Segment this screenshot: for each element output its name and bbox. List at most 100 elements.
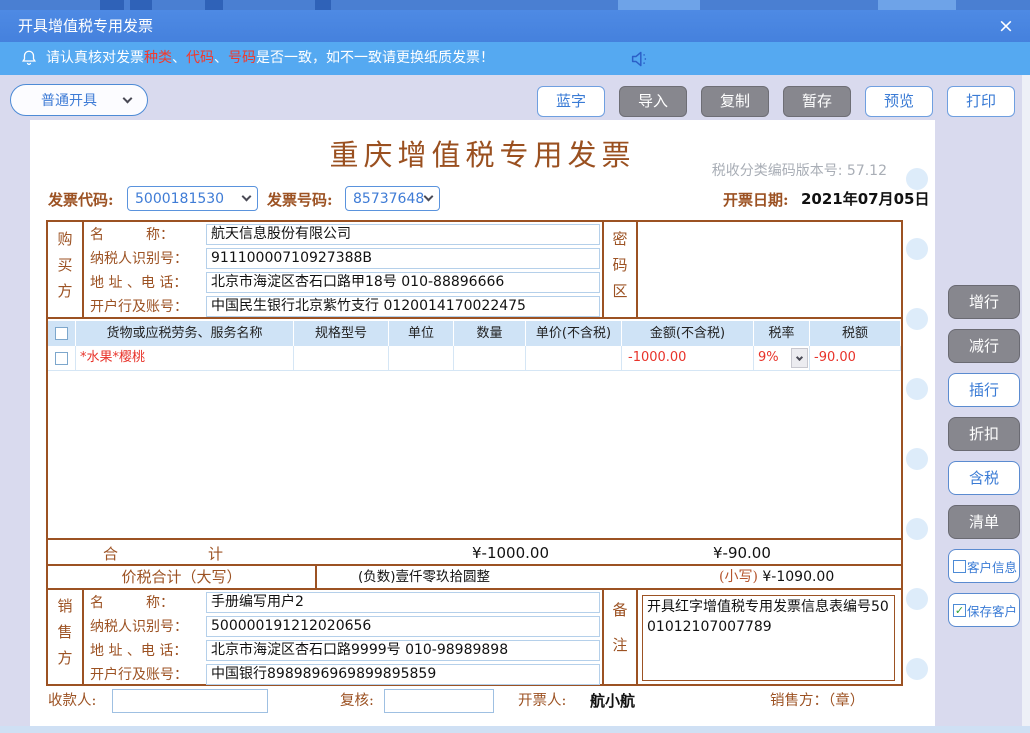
invoice-number-value: 85737648 [353,191,424,207]
notice-bar: 请认真核对发票种类、代码、号码是否一致，如不一致请更换纸质发票！ [0,42,1030,75]
item-qty-cell[interactable] [454,346,526,370]
row-checkbox[interactable] [55,352,68,365]
add-row-button[interactable]: 增行 [948,285,1020,319]
item-price-cell[interactable] [526,346,622,370]
decor-dot [906,658,928,680]
table-row: *水果*樱桃 -1000.00 9% -90.00 [48,346,901,371]
seller-address-row: 地 址 、电 话： 北京市海淀区杏石口路9999号 010-98989898 [84,639,602,663]
close-icon[interactable]: × [994,14,1018,38]
totals-label: 合 计 [103,543,223,564]
totals-row: 合 计 ¥-1000.00 ¥-90.00 [48,538,901,564]
customer-info-label: 客户信息 [967,557,1017,576]
reviewer-input[interactable] [384,689,494,713]
customer-info-toggle[interactable]: 客户信息 [948,549,1020,583]
list-button[interactable]: 清单 [948,505,1020,539]
background-blob [130,0,152,10]
buyer-name-label: 名 称： [84,223,206,247]
chevron-down-icon [796,353,803,360]
header-tax: 税额 [810,321,901,346]
tax-code-version-value: 57.12 [847,163,887,179]
notice-sep-2: 、 [214,50,228,66]
sum-small-value: ¥-1090.00 [762,569,834,585]
seller-bank-label: 开户行及账号： [84,663,206,687]
buyer-bank-field[interactable]: 中国民生银行北京紫竹支行 0120014170022475 [206,296,600,317]
select-all-checkbox[interactable] [55,327,68,340]
seller-taxid-field[interactable]: 500000191212020656 [206,616,600,637]
decor-dot [906,588,928,610]
sum-row: 价税合计（大写） (负数)壹仟零玖拾圆整 (小写) ¥-1090.00 [48,564,901,588]
insert-row-button[interactable]: 插行 [948,373,1020,407]
invoice-code-value: 5000181530 [135,191,224,207]
payee-label: 收款人: [48,686,96,716]
buyer-name-row: 名 称： 航天信息股份有限公司 [84,223,602,247]
payee-input[interactable] [112,689,268,713]
header-amount: 金额(不含税) [622,321,754,346]
seller-taxid-label: 纳税人识别号： [84,615,206,639]
buyer-address-field[interactable]: 北京市海淀区杏石口路甲18号 010-88896666 [206,272,600,293]
remark-field[interactable]: 开具红字增值税专用发票信息表编号5001012107007789 [642,595,895,681]
reviewer-label: 复核: [340,686,374,716]
item-rate-value: 9% [758,350,779,365]
tax-included-button[interactable]: 含税 [948,461,1020,495]
import-button[interactable]: 导入 [619,86,687,117]
chevron-down-icon [123,93,133,103]
notice-text-1: 请认真核对发票 [46,50,144,66]
buyer-name-field[interactable]: 航天信息股份有限公司 [206,224,600,245]
save-customer-toggle[interactable]: ✓ 保存客户 [948,593,1020,627]
item-amount-cell[interactable]: -1000.00 [622,346,754,370]
preview-button[interactable]: 预览 [865,86,933,117]
totals-amount: ¥-1000.00 [472,544,549,562]
blue-invoice-button[interactable]: 蓝字 [537,86,605,117]
items-table: 货物或应税劳务、服务名称 规格型号 单位 数量 单价(不含税) 金额(不含税) … [48,321,901,538]
items-header-row: 货物或应税劳务、服务名称 规格型号 单位 数量 单价(不含税) 金额(不含税) … [48,321,901,346]
invoice-date-label: 开票日期: [723,189,789,210]
header-price: 单价(不含税) [526,321,622,346]
seller-name-label: 名 称： [84,591,206,615]
customer-info-checkbox[interactable] [953,560,966,573]
buyer-bank-label: 开户行及账号： [84,295,206,319]
buyer-taxid-field[interactable]: 91110000710927388B [206,248,600,269]
totals-tax: ¥-90.00 [713,544,771,562]
item-unit-cell[interactable] [389,346,454,370]
seller-bank-field[interactable]: 中国银行8989896969899895859 [206,664,600,685]
seller-name-field[interactable]: 手册编写用户2 [206,592,600,613]
rate-dropdown-button[interactable] [791,348,808,368]
save-customer-checkbox[interactable]: ✓ [953,604,966,617]
remove-row-button[interactable]: 减行 [948,329,1020,363]
background-blob [878,0,956,10]
seller-rows: 名 称： 手册编写用户2 纳税人识别号： 500000191212020656 … [84,590,602,684]
seller-address-label: 地 址 、电 话： [84,639,206,663]
item-name-cell[interactable]: *水果*樱桃 [76,346,294,370]
decor-dot [906,238,928,260]
notice-text-2: 是否一致，如不一致请更换纸质发票！ [256,50,494,66]
notice-highlight-code: 代码 [186,50,214,66]
header-name: 货物或应税劳务、服务名称 [76,321,294,346]
seller-side-label: 销售方 [48,590,84,684]
sum-small-label: (小写) [719,569,758,585]
issue-mode-select[interactable]: 普通开具 [10,84,148,116]
window-bottom-edge [0,726,1030,733]
decor-dot [906,518,928,540]
speaker-icon[interactable] [630,50,650,72]
item-rate-cell: 9% [754,346,810,370]
header-spec: 规格型号 [294,321,389,346]
item-spec-cell[interactable] [294,346,389,370]
save-draft-button[interactable]: 暂存 [783,86,851,117]
invoice-app-window: 开具增值税专用发票 × 请认真核对发票种类、代码、号码是否一致，如不一致请更换纸… [0,0,1030,733]
item-tax-cell[interactable]: -90.00 [810,346,901,370]
row-select-cell [48,346,76,370]
discount-button[interactable]: 折扣 [948,417,1020,451]
notice-sep-1: 、 [172,50,186,66]
background-app-strip [0,0,1030,10]
chevron-down-icon [424,192,434,202]
invoice-number-select[interactable]: 85737648 [345,186,440,211]
seller-bank-row: 开户行及账号： 中国银行8989896969899895859 [84,663,602,687]
background-blob [100,0,124,10]
invoice-code-select[interactable]: 5000181530 [127,186,258,211]
print-button[interactable]: 打印 [947,86,1015,117]
seller-address-field[interactable]: 北京市海淀区杏石口路9999号 010-98989898 [206,640,600,661]
header-rate: 税率 [754,321,810,346]
invoice-number-label: 发票号码: [267,189,333,210]
copy-button[interactable]: 复制 [701,86,769,117]
buyer-bank-row: 开户行及账号： 中国民生银行北京紫竹支行 0120014170022475 [84,295,602,319]
